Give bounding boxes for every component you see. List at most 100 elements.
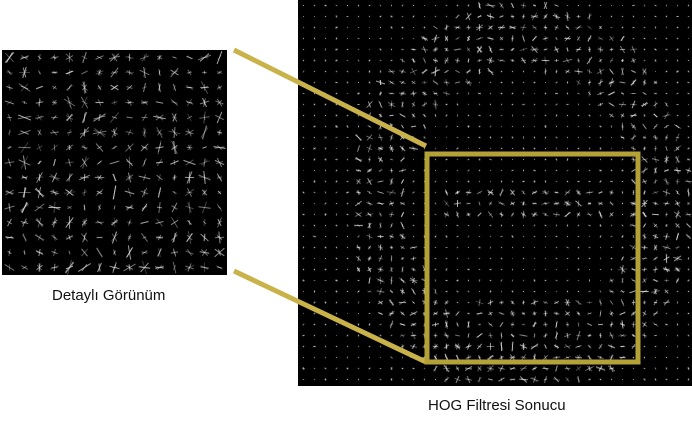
gradient-stroke bbox=[577, 224, 580, 227]
gradient-stroke bbox=[324, 257, 327, 260]
gradient-stroke bbox=[478, 69, 481, 74]
gradient-stroke bbox=[368, 378, 371, 381]
gradient-stroke bbox=[665, 367, 668, 370]
gradient-stroke bbox=[477, 323, 482, 326]
gradient-stroke bbox=[368, 367, 371, 370]
gradient-stroke bbox=[522, 125, 525, 128]
hog-detail-image bbox=[2, 50, 227, 276]
gradient-stroke bbox=[643, 26, 646, 29]
gradient-stroke bbox=[654, 4, 657, 7]
gradient-stroke bbox=[324, 290, 327, 293]
gradient-stroke bbox=[643, 332, 646, 339]
gradient-stroke bbox=[313, 323, 316, 326]
gradient-stroke bbox=[521, 323, 526, 326]
gradient-stroke bbox=[335, 70, 338, 73]
gradient-stroke bbox=[467, 257, 470, 260]
gradient-stroke bbox=[577, 158, 580, 161]
gradient-stroke bbox=[324, 48, 327, 51]
gradient-stroke bbox=[390, 48, 393, 51]
gradient-stroke bbox=[456, 136, 459, 139]
gradient-stroke bbox=[302, 169, 305, 172]
gradient-stroke bbox=[434, 147, 437, 150]
gradient-stroke bbox=[632, 356, 635, 359]
gradient-stroke bbox=[554, 92, 559, 95]
gradient-stroke bbox=[368, 301, 371, 304]
gradient-stroke bbox=[357, 378, 360, 381]
gradient-stroke bbox=[610, 246, 613, 249]
gradient-stroke bbox=[599, 246, 602, 249]
gradient-stroke bbox=[518, 378, 529, 381]
gradient-stroke bbox=[653, 301, 658, 304]
gradient-stroke bbox=[610, 4, 613, 7]
gradient-stroke bbox=[188, 144, 191, 151]
gradient-stroke bbox=[401, 168, 404, 173]
gradient-stroke bbox=[566, 268, 569, 271]
gradient-stroke bbox=[346, 70, 349, 73]
gradient-stroke bbox=[643, 212, 646, 217]
gradient-stroke bbox=[522, 246, 525, 249]
gradient-stroke bbox=[485, 4, 496, 7]
gradient-stroke bbox=[203, 174, 206, 181]
gradient-stroke bbox=[632, 378, 635, 381]
gradient-stroke bbox=[511, 147, 514, 150]
gradient-stroke bbox=[313, 334, 316, 337]
gradient-stroke bbox=[346, 246, 349, 249]
gradient-stroke bbox=[434, 268, 437, 271]
gradient-stroke bbox=[313, 345, 316, 348]
gradient-stroke bbox=[544, 257, 547, 260]
gradient-stroke bbox=[533, 268, 536, 271]
gradient-stroke bbox=[346, 92, 349, 95]
gradient-stroke bbox=[401, 257, 404, 260]
gradient-stroke bbox=[313, 191, 316, 194]
gradient-stroke bbox=[489, 257, 492, 260]
gradient-stroke bbox=[368, 48, 371, 51]
gradient-stroke bbox=[621, 246, 624, 249]
gradient-stroke bbox=[434, 125, 437, 128]
gradient-stroke bbox=[423, 15, 426, 18]
gradient-stroke bbox=[401, 15, 404, 18]
gradient-stroke bbox=[676, 114, 679, 117]
gradient-stroke bbox=[643, 367, 646, 370]
gradient-stroke bbox=[577, 4, 580, 7]
gradient-stroke bbox=[533, 235, 536, 238]
gradient-stroke bbox=[530, 48, 539, 51]
gradient-stroke bbox=[643, 59, 646, 62]
gradient-stroke bbox=[95, 101, 104, 104]
gradient-stroke bbox=[335, 246, 338, 249]
gradient-stroke bbox=[687, 312, 690, 315]
gradient-stroke bbox=[676, 301, 679, 304]
gradient-stroke bbox=[301, 367, 306, 370]
gradient-stroke bbox=[610, 224, 613, 227]
gradient-stroke bbox=[434, 136, 437, 139]
gradient-stroke bbox=[587, 334, 592, 337]
gradient-stroke bbox=[467, 180, 470, 183]
gradient-stroke bbox=[346, 334, 349, 337]
gradient-stroke bbox=[610, 147, 613, 150]
gradient-stroke bbox=[565, 103, 570, 106]
gradient-stroke bbox=[324, 37, 327, 40]
gradient-stroke bbox=[301, 279, 306, 282]
gradient-stroke bbox=[456, 158, 459, 161]
gradient-stroke bbox=[368, 356, 371, 359]
gradient-stroke bbox=[324, 15, 327, 18]
gradient-stroke bbox=[445, 234, 448, 239]
gradient-stroke bbox=[544, 92, 547, 95]
gradient-stroke bbox=[445, 24, 448, 31]
gradient-stroke bbox=[665, 70, 668, 73]
gradient-stroke bbox=[632, 235, 635, 238]
gradient-stroke bbox=[555, 246, 558, 249]
gradient-stroke bbox=[401, 378, 404, 381]
gradient-stroke bbox=[566, 136, 569, 139]
gradient-stroke bbox=[456, 301, 459, 304]
gradient-stroke bbox=[488, 334, 493, 337]
gradient-stroke bbox=[555, 180, 558, 183]
gradient-stroke bbox=[368, 37, 371, 40]
gradient-stroke bbox=[511, 257, 514, 260]
gradient-stroke bbox=[346, 279, 349, 282]
gradient-stroke bbox=[621, 147, 624, 150]
gradient-stroke bbox=[555, 169, 558, 172]
gradient-stroke bbox=[500, 169, 503, 172]
gradient-stroke bbox=[588, 224, 591, 227]
gradient-stroke bbox=[346, 257, 349, 260]
gradient-stroke bbox=[599, 136, 602, 139]
